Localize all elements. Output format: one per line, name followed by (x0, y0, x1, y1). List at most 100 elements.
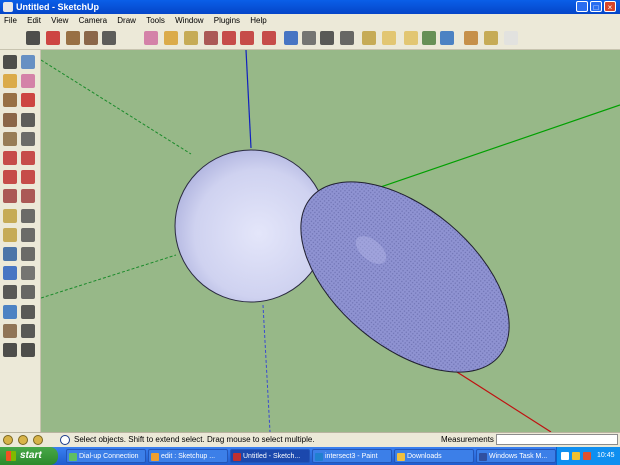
menu-plugins[interactable]: Plugins (210, 14, 244, 27)
tape-measure-icon[interactable] (3, 208, 17, 223)
security-icon[interactable] (572, 452, 580, 460)
eraser-icon[interactable] (21, 74, 35, 89)
pan-icon[interactable] (302, 31, 316, 45)
menu-file[interactable]: File (0, 14, 21, 27)
measurements-input[interactable] (496, 434, 618, 445)
taskbar-item[interactable]: Downloads (394, 449, 474, 463)
menu-edit[interactable]: Edit (23, 14, 45, 27)
make-component-icon[interactable] (21, 55, 35, 69)
circle-icon[interactable] (84, 31, 98, 45)
start-button[interactable]: start (0, 447, 58, 465)
circle-icon[interactable] (3, 112, 17, 127)
get-models-icon[interactable] (382, 31, 396, 45)
network-icon[interactable] (561, 452, 569, 460)
axes-icon[interactable] (3, 247, 17, 261)
pencil-icon[interactable] (21, 93, 35, 108)
taskbar-app-icon (397, 453, 405, 461)
eraser-icon[interactable] (144, 31, 158, 45)
walk-icon[interactable] (3, 323, 17, 338)
zoom-window-icon[interactable] (21, 285, 35, 300)
select-icon[interactable] (26, 31, 40, 45)
taskbar-item[interactable]: Untitled - Sketch... (230, 449, 310, 463)
geo-location-icon[interactable] (3, 435, 13, 445)
rectangle-icon[interactable] (66, 31, 80, 45)
pencil-icon[interactable] (46, 31, 60, 45)
orbit-icon[interactable] (3, 266, 17, 281)
make-component-icon[interactable] (184, 31, 198, 45)
rectangle-icon[interactable] (3, 93, 17, 108)
rotate-icon[interactable] (240, 31, 254, 45)
menu-view[interactable]: View (47, 14, 72, 27)
help-icon[interactable] (60, 435, 70, 445)
pan-icon[interactable] (21, 266, 35, 281)
taskbar-app-icon (233, 453, 241, 461)
measurements-label: Measurements (441, 435, 494, 444)
arc-icon[interactable] (102, 31, 116, 45)
menu-help[interactable]: Help (246, 14, 270, 27)
zoom-icon[interactable] (3, 285, 17, 300)
push-pull-icon[interactable] (21, 151, 35, 165)
layer-icon[interactable] (484, 31, 498, 45)
scale-icon[interactable] (3, 189, 17, 204)
close-button[interactable]: × (604, 1, 616, 12)
offset-icon[interactable] (21, 189, 35, 204)
taskbar-item[interactable]: edit : Sketchup ... (148, 449, 228, 463)
title-bar: Untitled - SketchUp _ □ × (0, 0, 620, 14)
paint-bucket-icon[interactable] (3, 74, 17, 89)
axis-red (445, 364, 552, 432)
freehand-icon[interactable] (21, 131, 35, 146)
axis-green-bottomleft (41, 254, 177, 299)
polygon-icon[interactable] (3, 131, 17, 146)
main-toolbar (0, 27, 620, 50)
text-icon[interactable] (21, 227, 35, 242)
share-model-icon[interactable] (404, 31, 418, 45)
3d-viewport[interactable] (41, 50, 620, 432)
axis-blue-top (245, 50, 252, 149)
offset-icon[interactable] (262, 31, 276, 45)
move-icon[interactable] (222, 31, 236, 45)
follow-me-icon[interactable] (21, 170, 35, 185)
zoom-extents-icon[interactable] (340, 31, 354, 45)
dimension-icon[interactable] (21, 208, 35, 223)
footprints-icon[interactable] (3, 343, 17, 357)
previous-view-icon[interactable] (362, 31, 376, 45)
push-pull-icon[interactable] (204, 31, 218, 45)
taskbar-item[interactable]: intersect3 - Paint (312, 449, 392, 463)
user-icon[interactable] (33, 435, 43, 445)
select-icon[interactable] (3, 55, 17, 69)
sketchup-app-icon[interactable] (3, 2, 13, 12)
look-around-icon[interactable] (21, 323, 35, 338)
taskbar-item-label: Dial-up Connection (79, 453, 139, 460)
rotate-icon[interactable] (3, 170, 17, 185)
protractor-icon[interactable] (3, 227, 17, 242)
taskbar-item[interactable]: Windows Task M... (476, 449, 556, 463)
extension-icon[interactable] (464, 31, 478, 45)
status-message: Select objects. Shift to extend select. … (74, 435, 315, 444)
windows-taskbar: start 10:45 Dial-up Connection edit : Ske… (0, 447, 620, 465)
menu-window[interactable]: Window (171, 14, 207, 27)
component-icon[interactable] (440, 31, 454, 45)
menu-draw[interactable]: Draw (113, 14, 140, 27)
menu-tools[interactable]: Tools (142, 14, 169, 27)
paint-bucket-icon[interactable] (164, 31, 178, 45)
taskbar-app-icon (69, 453, 77, 461)
move-icon[interactable] (3, 151, 17, 165)
taskbar-item[interactable]: Dial-up Connection (66, 449, 146, 463)
scene-canvas[interactable] (41, 50, 620, 432)
shadow-icon[interactable] (504, 31, 518, 45)
minimize-button[interactable]: _ (576, 1, 588, 12)
zoom-extents-icon[interactable] (3, 304, 17, 319)
section-plane-icon[interactable] (21, 343, 35, 357)
maximize-button[interactable]: □ (590, 1, 602, 12)
menu-camera[interactable]: Camera (75, 14, 111, 27)
orbit-icon[interactable] (284, 31, 298, 45)
warehouse-icon[interactable] (422, 31, 436, 45)
credits-icon[interactable] (18, 435, 28, 445)
volume-icon[interactable] (583, 452, 591, 460)
taskbar-item-label: Downloads (407, 453, 442, 460)
previous-icon[interactable] (21, 304, 35, 319)
3d-text-icon[interactable] (21, 247, 35, 261)
arc-icon[interactable] (21, 112, 35, 127)
zoom-icon[interactable] (320, 31, 334, 45)
axis-blue-bottom (262, 304, 271, 432)
